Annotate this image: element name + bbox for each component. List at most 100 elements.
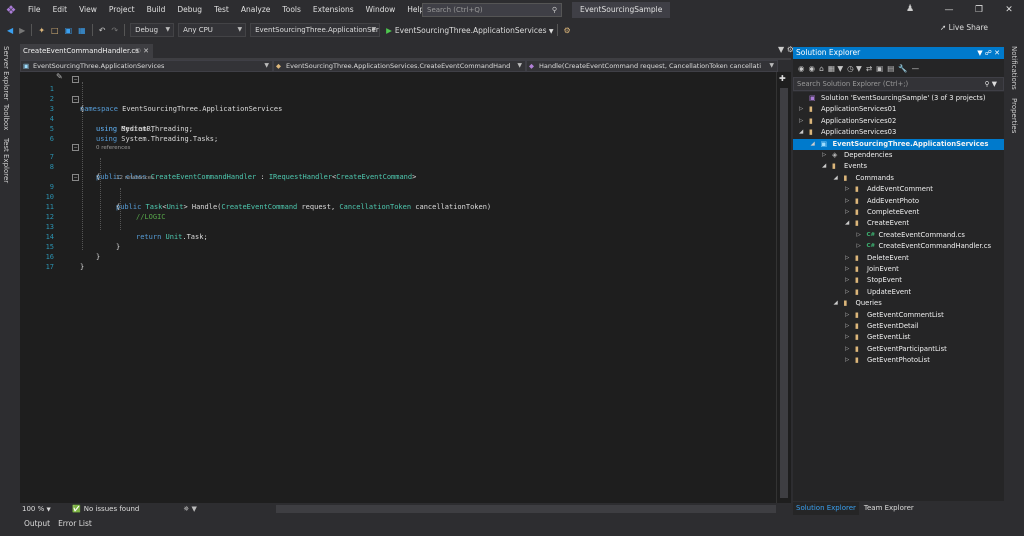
collapsed-chevron-icon[interactable]: ▷ xyxy=(845,355,849,366)
solution-explorer-search-input[interactable]: Search Solution Explorer (Ctrl+;) ⚲ ▼ xyxy=(793,77,1004,91)
project-nav-select[interactable]: ▣ EventSourcingThree.ApplicationServices… xyxy=(20,60,273,72)
expanded-chevron-icon[interactable]: ◢ xyxy=(811,139,815,150)
close-tab-icon[interactable]: ☉ ✕ xyxy=(135,44,149,58)
code-cleanup-icon[interactable]: ✵ ▼ xyxy=(183,505,196,513)
minimize-icon[interactable]: — xyxy=(934,0,964,20)
tree-item[interactable]: ▷ C# CreateEventCommand.cs xyxy=(793,230,1004,241)
navigate-back-icon[interactable]: ◀ xyxy=(4,26,16,35)
collapsed-chevron-icon[interactable]: ▷ xyxy=(799,104,803,115)
tree-item[interactable]: ▷ ▮ GetEventDetail xyxy=(793,321,1004,332)
collapsed-chevron-icon[interactable]: ▷ xyxy=(845,287,849,298)
menu-window[interactable]: Window xyxy=(360,0,402,20)
redo-icon[interactable]: ↷ xyxy=(108,26,121,35)
tree-item[interactable]: ▣ Solution 'EventSourcingSample' (3 of 3 … xyxy=(793,93,1004,104)
browser-link-icon[interactable]: ⚙ xyxy=(561,26,574,35)
collapsed-chevron-icon[interactable]: ▷ xyxy=(845,184,849,195)
tab-output[interactable]: Output xyxy=(20,516,54,536)
collapsed-chevron-icon[interactable]: ▷ xyxy=(845,275,849,286)
tree-item[interactable]: ◢ ▮ Commands xyxy=(793,173,1004,184)
menu-debug[interactable]: Debug xyxy=(171,0,208,20)
zoom-level-select[interactable]: 100 % ▼ xyxy=(20,505,64,513)
menu-view[interactable]: View xyxy=(73,0,103,20)
collapsed-chevron-icon[interactable]: ▷ xyxy=(845,332,849,343)
startup-project-select[interactable]: EventSourcingThree.ApplicationSer ▼ xyxy=(250,23,381,37)
tree-item[interactable]: ▷ ▮ GetEventParticipantList xyxy=(793,344,1004,355)
tree-item[interactable]: ◢ ▮ Queries xyxy=(793,298,1004,309)
pane-controls[interactable]: ▼ ☍ ✕ xyxy=(977,47,1000,59)
collapsed-chevron-icon[interactable]: ▷ xyxy=(822,150,826,161)
menu-project[interactable]: Project xyxy=(103,0,141,20)
toolbox-tab[interactable]: Toolbox xyxy=(2,104,10,130)
editor-horizontal-scrollbar[interactable] xyxy=(276,505,776,513)
preview-icon[interactable]: — xyxy=(910,64,922,73)
menu-extensions[interactable]: Extensions xyxy=(307,0,360,20)
tree-item[interactable]: ▷ ▮ ApplicationServices02 xyxy=(793,116,1004,127)
collapsed-chevron-icon[interactable]: ▷ xyxy=(799,116,803,127)
collapse-all-icon[interactable]: ▣ xyxy=(874,64,885,73)
tree-item[interactable]: ▷ ▮ GetEventList xyxy=(793,332,1004,343)
open-file-icon[interactable]: □ xyxy=(48,26,62,35)
forward-icon[interactable]: ◉ xyxy=(807,64,818,73)
save-all-icon[interactable]: ▦ xyxy=(75,26,89,35)
collapsed-chevron-icon[interactable]: ▷ xyxy=(845,264,849,275)
expanded-chevron-icon[interactable]: ◢ xyxy=(834,173,838,184)
tree-item[interactable]: ▷ ▮ GetEventPhotoList xyxy=(793,355,1004,366)
quick-search-input[interactable]: Search (Ctrl+Q) ⚲ xyxy=(422,3,562,17)
configuration-select[interactable]: Debug ▼ xyxy=(130,23,175,37)
properties-wrench-icon[interactable]: 🔧 xyxy=(896,64,909,73)
platform-select[interactable]: Any CPU ▼ xyxy=(178,23,247,37)
menu-test[interactable]: Test xyxy=(208,0,235,20)
collapsed-chevron-icon[interactable]: ▷ xyxy=(845,253,849,264)
collapse-icon[interactable]: − xyxy=(72,96,79,103)
code-editor[interactable]: ✎ 1 − namespace EventSourcingThree.Appli… xyxy=(20,72,776,503)
start-debugging-button[interactable]: ▶ EventSourcingThree.ApplicationServices … xyxy=(386,26,553,35)
new-project-icon[interactable]: ✦ xyxy=(35,26,48,35)
tree-item[interactable]: ◢ ▮ Events xyxy=(793,161,1004,172)
pending-changes-icon[interactable]: ◷ ▼ xyxy=(845,64,864,73)
navigate-forward-icon[interactable]: ▶ xyxy=(16,26,28,35)
tree-item[interactable]: ◢ ▮ CreateEvent xyxy=(793,218,1004,229)
collapse-icon[interactable]: − xyxy=(72,76,79,83)
home-icon[interactable]: ⌂ xyxy=(817,64,826,73)
menu-edit[interactable]: Edit xyxy=(47,0,74,20)
back-icon[interactable]: ◉ xyxy=(796,64,807,73)
tree-item[interactable]: ◢ ▣ EventSourcingThree.ApplicationServices xyxy=(793,138,1004,150)
expanded-chevron-icon[interactable]: ◢ xyxy=(822,161,826,172)
test-explorer-tab[interactable]: Test Explorer xyxy=(2,138,10,183)
scrollbar-thumb[interactable] xyxy=(780,88,788,498)
expanded-chevron-icon[interactable]: ◢ xyxy=(799,127,803,138)
document-tab[interactable]: CreateEventCommandHandler.cs ☉ ✕ xyxy=(20,44,153,58)
close-icon[interactable]: ✕ xyxy=(994,0,1024,20)
menu-file[interactable]: File xyxy=(22,0,47,20)
user-account-icon[interactable]: ♟ xyxy=(906,4,914,14)
collapsed-chevron-icon[interactable]: ▷ xyxy=(845,310,849,321)
maximize-icon[interactable]: ❐ xyxy=(964,0,994,20)
tree-item[interactable]: ◢ ▮ ApplicationServices03 xyxy=(793,127,1004,138)
tab-solution-explorer[interactable]: Solution Explorer xyxy=(793,502,859,515)
show-all-files-icon[interactable]: ▤ xyxy=(885,64,896,73)
type-nav-select[interactable]: ◆ EventSourcingThree.ApplicationServices… xyxy=(273,60,526,72)
tree-item[interactable]: ▷ ▮ GetEventCommentList xyxy=(793,310,1004,321)
tree-item[interactable]: ▷ ▮ JoinEvent xyxy=(793,264,1004,275)
tree-item[interactable]: ▷ ▮ CompleteEvent xyxy=(793,207,1004,218)
tab-overflow-icon[interactable]: ▼ ⚙ xyxy=(778,45,794,54)
live-share-button[interactable]: ➚ Live Share xyxy=(940,23,988,32)
save-icon[interactable]: ▣ xyxy=(62,26,76,35)
properties-tab[interactable]: Properties xyxy=(1010,98,1018,133)
split-editor-icon[interactable]: ✚ xyxy=(779,74,786,83)
collapsed-chevron-icon[interactable]: ▷ xyxy=(845,196,849,207)
menu-analyze[interactable]: Analyze xyxy=(235,0,277,20)
undo-icon[interactable]: ↶ xyxy=(96,26,109,35)
tree-item[interactable]: ▷ ▮ StopEvent xyxy=(793,275,1004,286)
collapsed-chevron-icon[interactable]: ▷ xyxy=(845,207,849,218)
tab-error-list[interactable]: Error List xyxy=(54,516,96,536)
switch-views-icon[interactable]: ▦ ▼ xyxy=(826,64,845,73)
visual-studio-logo-icon[interactable]: ❖ xyxy=(0,0,22,20)
collapsed-chevron-icon[interactable]: ▷ xyxy=(845,321,849,332)
collapsed-chevron-icon[interactable]: ▷ xyxy=(845,344,849,355)
collapsed-chevron-icon[interactable]: ▷ xyxy=(857,241,861,252)
menu-tools[interactable]: Tools xyxy=(276,0,306,20)
editor-vertical-scrollbar[interactable]: ✚ xyxy=(776,72,791,503)
tree-item[interactable]: ▷ ▮ DeleteEvent xyxy=(793,253,1004,264)
server-explorer-tab[interactable]: Server Explorer xyxy=(2,46,10,100)
